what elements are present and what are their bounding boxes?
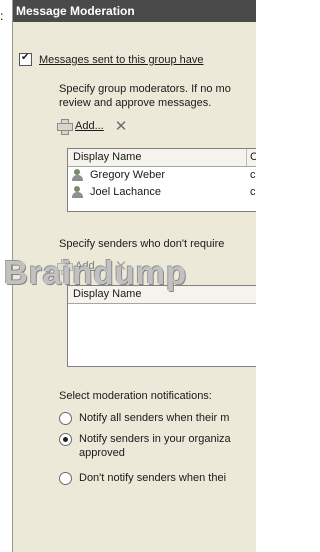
panel-title: Message Moderation <box>13 0 256 22</box>
radio-label-line1: Notify senders in your organiza <box>79 433 231 445</box>
notifications-label: Select moderation notifications: <box>59 390 212 402</box>
user-icon <box>71 186 85 199</box>
radio-label[interactable]: Notify all senders when their m <box>79 411 229 425</box>
add-sender-button[interactable]: Add... <box>75 260 104 272</box>
moderators-list[interactable]: Display Name C Gregory Weber c Joel Lach… <box>67 148 256 212</box>
stray-colon-text: : <box>0 9 4 23</box>
remove-x-icon[interactable]: ✕ <box>115 117 128 135</box>
moderators-description: Specify group moderators. If no mo revie… <box>59 83 231 109</box>
radio-label[interactable]: Notify senders in your organiza approved <box>79 432 231 460</box>
radio-button-selected[interactable] <box>59 433 72 446</box>
moderators-toolbar: Add... ✕ <box>56 117 127 135</box>
column-header-display-name[interactable]: Display Name <box>73 149 141 166</box>
senders-list-header: Display Name <box>68 286 256 304</box>
moderation-checkbox-row[interactable]: Messages sent to this group have <box>19 52 203 66</box>
radio-label[interactable]: Don't notify senders when thei <box>79 471 226 485</box>
column-divider[interactable] <box>246 149 247 166</box>
list-item[interactable]: Joel Lachance c <box>68 184 256 201</box>
moderation-checkbox-label[interactable]: Messages sent to this group have <box>39 54 203 66</box>
radio-notify-org[interactable]: Notify senders in your organiza approved <box>59 432 231 460</box>
remove-x-icon[interactable]: ✕ <box>115 257 128 275</box>
add-icon[interactable] <box>56 118 73 135</box>
add-moderator-button[interactable]: Add... <box>75 120 104 132</box>
radio-notify-none[interactable]: Don't notify senders when thei <box>59 471 226 485</box>
moderators-list-header: Display Name C <box>68 149 256 167</box>
moderator-col2: c <box>250 186 256 198</box>
column-header-display-name[interactable]: Display Name <box>73 286 141 303</box>
moderation-checkbox[interactable] <box>19 52 32 66</box>
message-moderation-panel: Message Moderation Messages sent to this… <box>12 0 256 552</box>
radio-notify-all[interactable]: Notify all senders when their m <box>59 411 229 425</box>
radio-label-line2: approved <box>79 447 125 459</box>
moderator-name: Joel Lachance <box>90 186 161 198</box>
add-icon[interactable] <box>56 258 73 275</box>
user-icon <box>71 169 85 182</box>
radio-button[interactable] <box>59 472 72 485</box>
senders-toolbar: Add... ✕ <box>56 257 127 275</box>
radio-button[interactable] <box>59 412 72 425</box>
senders-list[interactable]: Display Name <box>67 285 256 367</box>
moderator-col2: c <box>250 169 256 181</box>
senders-description: Specify senders who don't require <box>59 238 225 250</box>
moderator-name: Gregory Weber <box>90 169 165 181</box>
column-header-second[interactable]: C <box>250 149 256 166</box>
list-item[interactable]: Gregory Weber c <box>68 167 256 184</box>
